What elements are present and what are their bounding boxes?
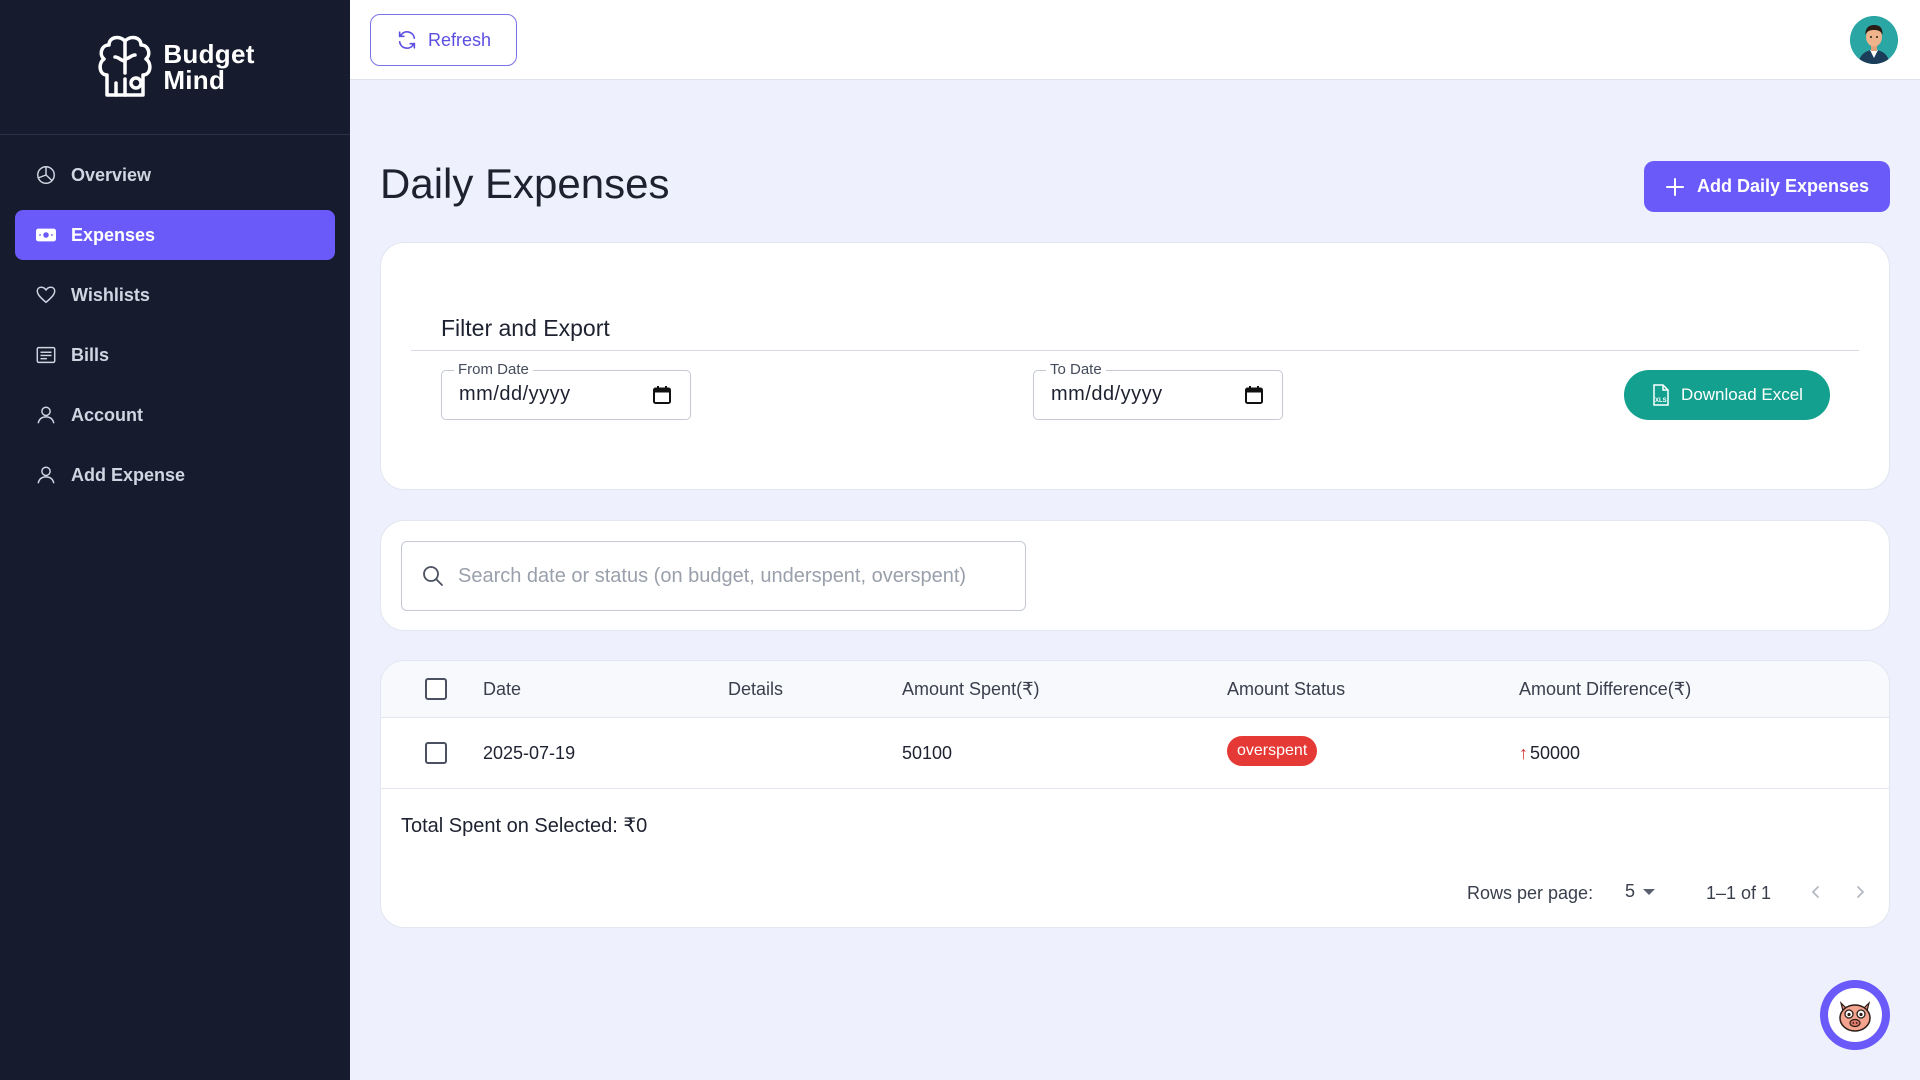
calendar-icon[interactable] bbox=[1244, 385, 1264, 405]
sidebar-item-label: Wishlists bbox=[71, 284, 150, 305]
row-amount-spent: 50100 bbox=[902, 743, 953, 763]
user-avatar[interactable] bbox=[1850, 16, 1898, 64]
user-icon bbox=[37, 406, 55, 424]
arrow-up-icon: ↑ bbox=[1519, 743, 1528, 763]
sidebar-item-label: Account bbox=[71, 404, 143, 425]
calendar-icon[interactable] bbox=[652, 385, 672, 405]
avatar-icon bbox=[1850, 16, 1898, 64]
piggy-bot-icon bbox=[1839, 1001, 1871, 1032]
from-date-field[interactable]: From Date mm/dd/yyyy bbox=[441, 361, 691, 420]
download-excel-button[interactable]: XLS Download Excel bbox=[1624, 370, 1830, 420]
column-header-amount-difference[interactable]: Amount Difference(₹) bbox=[1519, 679, 1691, 700]
total-spent-selected: Total Spent on Selected: ₹0 bbox=[401, 815, 648, 837]
row-date: 2025-07-19 bbox=[483, 743, 576, 763]
sidebar-item-label: Expenses bbox=[71, 224, 156, 245]
sidebar-item-wishlists[interactable]: Wishlists bbox=[15, 270, 335, 320]
receipt-icon bbox=[36, 346, 56, 364]
column-header-amount-status[interactable]: Amount Status bbox=[1227, 679, 1345, 700]
column-header-details[interactable]: Details bbox=[728, 679, 783, 700]
difference-value: 50000 bbox=[1530, 743, 1581, 763]
page-title: Daily Expenses bbox=[380, 160, 670, 207]
add-daily-expenses-button[interactable]: Add Daily Expenses bbox=[1644, 161, 1890, 212]
from-date-value: mm/dd/yyyy bbox=[459, 383, 571, 405]
refresh-label: Refresh bbox=[427, 29, 492, 50]
filter-title: Filter and Export bbox=[441, 315, 610, 341]
plus-icon bbox=[1665, 177, 1684, 196]
sidebar-item-label: Bills bbox=[71, 344, 110, 365]
rows-per-page-value: 5 bbox=[1625, 881, 1636, 901]
from-date-label: From Date bbox=[454, 361, 533, 378]
sidebar-item-label: Add Expense bbox=[71, 464, 186, 485]
divider bbox=[411, 350, 1859, 351]
top-bar: Refresh bbox=[350, 0, 1920, 80]
to-date-field[interactable]: To Date mm/dd/yyyy bbox=[1033, 361, 1283, 420]
sidebar-item-bills[interactable]: Bills bbox=[15, 330, 335, 380]
search-input[interactable] bbox=[458, 564, 1018, 588]
chevron-right-icon bbox=[1857, 886, 1865, 898]
table-header: Date Details Amount Spent(₹) Amount Stat… bbox=[381, 661, 1889, 718]
sidebar-nav: Overview Expenses Wishlists Bills Accoun… bbox=[0, 135, 350, 500]
brand-logo[interactable]: Budget Mind bbox=[0, 0, 350, 135]
brain-logo-icon bbox=[98, 35, 152, 97]
user-icon bbox=[37, 466, 55, 484]
chatbot-button[interactable] bbox=[1820, 980, 1890, 1050]
sidebar: Budget Mind Overview Expenses Wishlists … bbox=[0, 0, 350, 1080]
download-label: Download Excel bbox=[1681, 385, 1803, 404]
search-box[interactable] bbox=[401, 541, 1026, 611]
column-header-date[interactable]: Date bbox=[483, 679, 521, 700]
previous-page-button[interactable] bbox=[1801, 877, 1831, 907]
filter-export-card: Filter and Export From Date mm/dd/yyyy T… bbox=[380, 242, 1890, 490]
refresh-button[interactable]: Refresh bbox=[370, 14, 517, 66]
refresh-icon bbox=[398, 31, 416, 49]
row-amount-difference: ↑ 50000 bbox=[1519, 743, 1580, 764]
select-all-checkbox[interactable] bbox=[425, 678, 447, 700]
search-icon bbox=[423, 566, 443, 586]
excel-file-icon: XLS bbox=[1653, 384, 1669, 406]
sidebar-item-label: Overview bbox=[71, 164, 152, 185]
table-row[interactable]: 2025-07-19 50100 overspent ↑ 50000 bbox=[381, 718, 1889, 789]
sidebar-item-overview[interactable]: Overview bbox=[15, 150, 335, 200]
column-header-amount-spent[interactable]: Amount Spent(₹) bbox=[902, 679, 1040, 700]
brand-name: Budget Mind bbox=[163, 39, 255, 95]
chevron-down-icon bbox=[1643, 888, 1656, 895]
add-button-label: Add Daily Expenses bbox=[1696, 176, 1870, 196]
pagination-range: 1–1 of 1 bbox=[1706, 883, 1772, 903]
heart-icon bbox=[36, 286, 56, 304]
to-date-value: mm/dd/yyyy bbox=[1051, 383, 1163, 405]
chatbot-avatar bbox=[1828, 988, 1882, 1042]
chevron-left-icon bbox=[1811, 886, 1819, 898]
next-page-button[interactable] bbox=[1845, 877, 1875, 907]
rows-per-page-select[interactable]: 5 bbox=[1625, 881, 1656, 902]
status-badge: overspent bbox=[1227, 736, 1318, 766]
to-date-label: To Date bbox=[1046, 361, 1106, 378]
sidebar-item-add-expense[interactable]: Add Expense bbox=[15, 450, 335, 500]
search-card bbox=[380, 520, 1890, 631]
sidebar-item-account[interactable]: Account bbox=[15, 390, 335, 440]
svg-text:XLS: XLS bbox=[1655, 398, 1667, 404]
row-checkbox[interactable] bbox=[425, 742, 447, 764]
expenses-table: Date Details Amount Spent(₹) Amount Stat… bbox=[380, 660, 1890, 928]
rows-per-page-label: Rows per page: bbox=[1467, 883, 1594, 903]
money-icon bbox=[36, 228, 56, 242]
pie-chart-icon bbox=[37, 166, 55, 184]
sidebar-item-expenses[interactable]: Expenses bbox=[15, 210, 335, 260]
